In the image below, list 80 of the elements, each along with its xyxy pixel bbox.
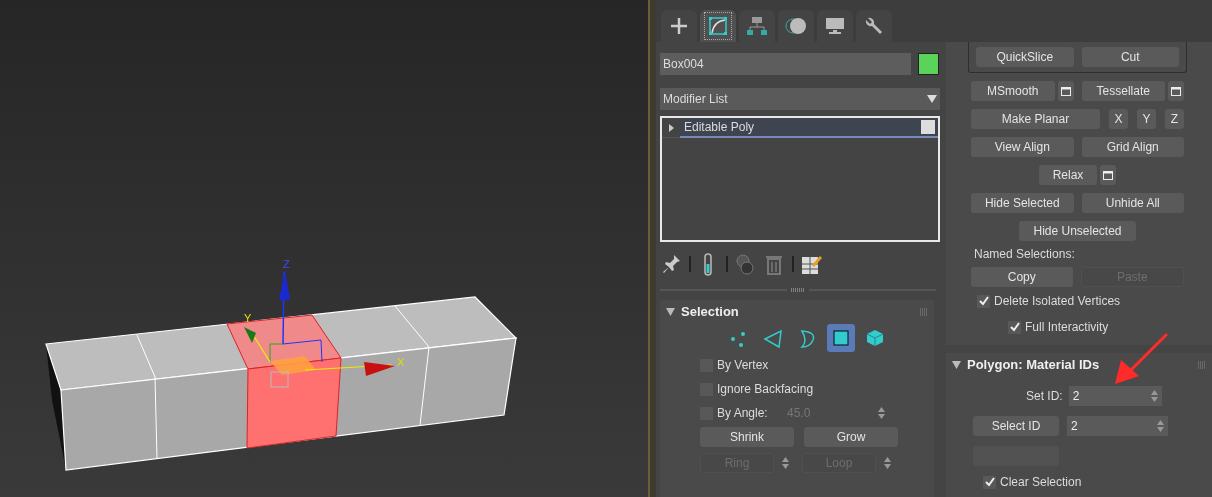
- button[interactable]: Y: [1137, 109, 1156, 129]
- spinner-arrows-icon[interactable]: [782, 457, 789, 469]
- checkbox[interactable]: [1008, 320, 1021, 334]
- settings-button[interactable]: [1057, 81, 1074, 101]
- button[interactable]: X: [1109, 109, 1128, 129]
- cube-icon: [864, 327, 886, 349]
- grip-icon[interactable]: [1198, 361, 1206, 369]
- collapse-arrow-icon[interactable]: [666, 308, 675, 316]
- panel-tab[interactable]: [856, 10, 892, 42]
- checkbox-label[interactable]: Delete Isolated Vertices: [994, 292, 1121, 310]
- edge-triangle-icon: [762, 327, 784, 349]
- button[interactable]: Z: [1165, 109, 1184, 129]
- panel-tab[interactable]: [700, 10, 736, 42]
- checkbox[interactable]: [983, 475, 996, 489]
- set-id-spinner[interactable]: 2: [1068, 386, 1162, 406]
- hierarchy-icon: [746, 15, 768, 37]
- button[interactable]: QuickSlice: [976, 47, 1074, 67]
- button[interactable]: Tessellate: [1081, 81, 1165, 101]
- checkbox-label[interactable]: Ignore Backfacing: [717, 380, 814, 398]
- stack-item[interactable]: Editable Poly: [680, 117, 938, 138]
- button[interactable]: Relax: [1038, 165, 1098, 185]
- checkbox[interactable]: [977, 294, 990, 308]
- window-icon: [1171, 86, 1181, 96]
- button[interactable]: Hide Unselected: [1019, 221, 1136, 241]
- splitter-handle[interactable]: [660, 285, 936, 295]
- settings-button[interactable]: [1168, 81, 1184, 101]
- panel-tab[interactable]: [739, 10, 775, 42]
- collapse-arrow-icon[interactable]: [952, 361, 961, 369]
- panel-tab[interactable]: [817, 10, 853, 42]
- button[interactable]: Grow: [804, 427, 898, 447]
- monitor-icon: [824, 15, 846, 37]
- spinner-arrows-icon[interactable]: [884, 457, 891, 469]
- button[interactable]: Shrink: [700, 427, 794, 447]
- object-color-swatch[interactable]: [918, 53, 939, 75]
- checkbox-label[interactable]: By Vertex: [717, 356, 769, 374]
- axis-label: Z: [283, 258, 290, 270]
- curve-edit-icon: [707, 15, 729, 37]
- button[interactable]: Copy: [971, 267, 1073, 287]
- plus-icon: [668, 15, 690, 37]
- dropdown-arrow-icon: [927, 95, 937, 103]
- object-name-field[interactable]: Box004: [660, 53, 911, 75]
- section-label: Named Selections:: [974, 246, 1076, 262]
- polygon-square-icon: [830, 327, 852, 349]
- field-label: Set ID:: [1026, 388, 1063, 405]
- button[interactable]: Make Planar: [971, 109, 1100, 129]
- spinner-arrows-icon[interactable]: [1150, 390, 1158, 402]
- button[interactable]: View Align: [971, 137, 1074, 157]
- button[interactable]: Unhide All: [1081, 193, 1184, 213]
- selection-mode-button[interactable]: [827, 324, 855, 352]
- rollout-title[interactable]: Polygon: Material IDs: [967, 355, 1100, 375]
- button[interactable]: Select ID: [973, 416, 1059, 436]
- spinner-arrows-icon[interactable]: [1157, 420, 1164, 432]
- select-id-spinner[interactable]: 2: [1067, 416, 1168, 436]
- button[interactable]: Cut: [1081, 47, 1179, 67]
- viewport[interactable]: Z Y X: [0, 0, 648, 497]
- rollout-title[interactable]: Selection: [681, 302, 739, 322]
- move-gizmo[interactable]: [244, 270, 395, 388]
- window-icon: [1103, 170, 1114, 180]
- panel-tab[interactable]: [778, 10, 814, 42]
- checkbox-label[interactable]: By Angle:: [717, 404, 768, 422]
- panel-tab[interactable]: [661, 10, 697, 42]
- check-icon: [984, 477, 995, 487]
- settings-button[interactable]: [1100, 165, 1117, 185]
- window-icon: [1060, 86, 1071, 96]
- axis-label: X: [397, 356, 405, 368]
- checkbox-label[interactable]: Clear Selection: [1000, 473, 1082, 491]
- button[interactable]: Hide Selected: [971, 193, 1074, 213]
- grip-icon[interactable]: [920, 308, 928, 316]
- checkbox-label[interactable]: Full Interactivity: [1025, 318, 1109, 336]
- circles-icon: [785, 15, 807, 37]
- spheres-icon[interactable]: [734, 252, 757, 276]
- check-icon: [1009, 322, 1020, 332]
- button[interactable]: Grid Align: [1081, 137, 1184, 157]
- toggle-icon[interactable]: [921, 119, 935, 134]
- button[interactable]: MSmooth: [971, 81, 1055, 101]
- check-icon: [978, 296, 989, 306]
- wrench-icon: [863, 15, 885, 37]
- spinner-arrows-icon[interactable]: [878, 407, 885, 419]
- axis-label: Y: [244, 312, 252, 324]
- modifier-list-dropdown[interactable]: Modifier List: [660, 88, 940, 110]
